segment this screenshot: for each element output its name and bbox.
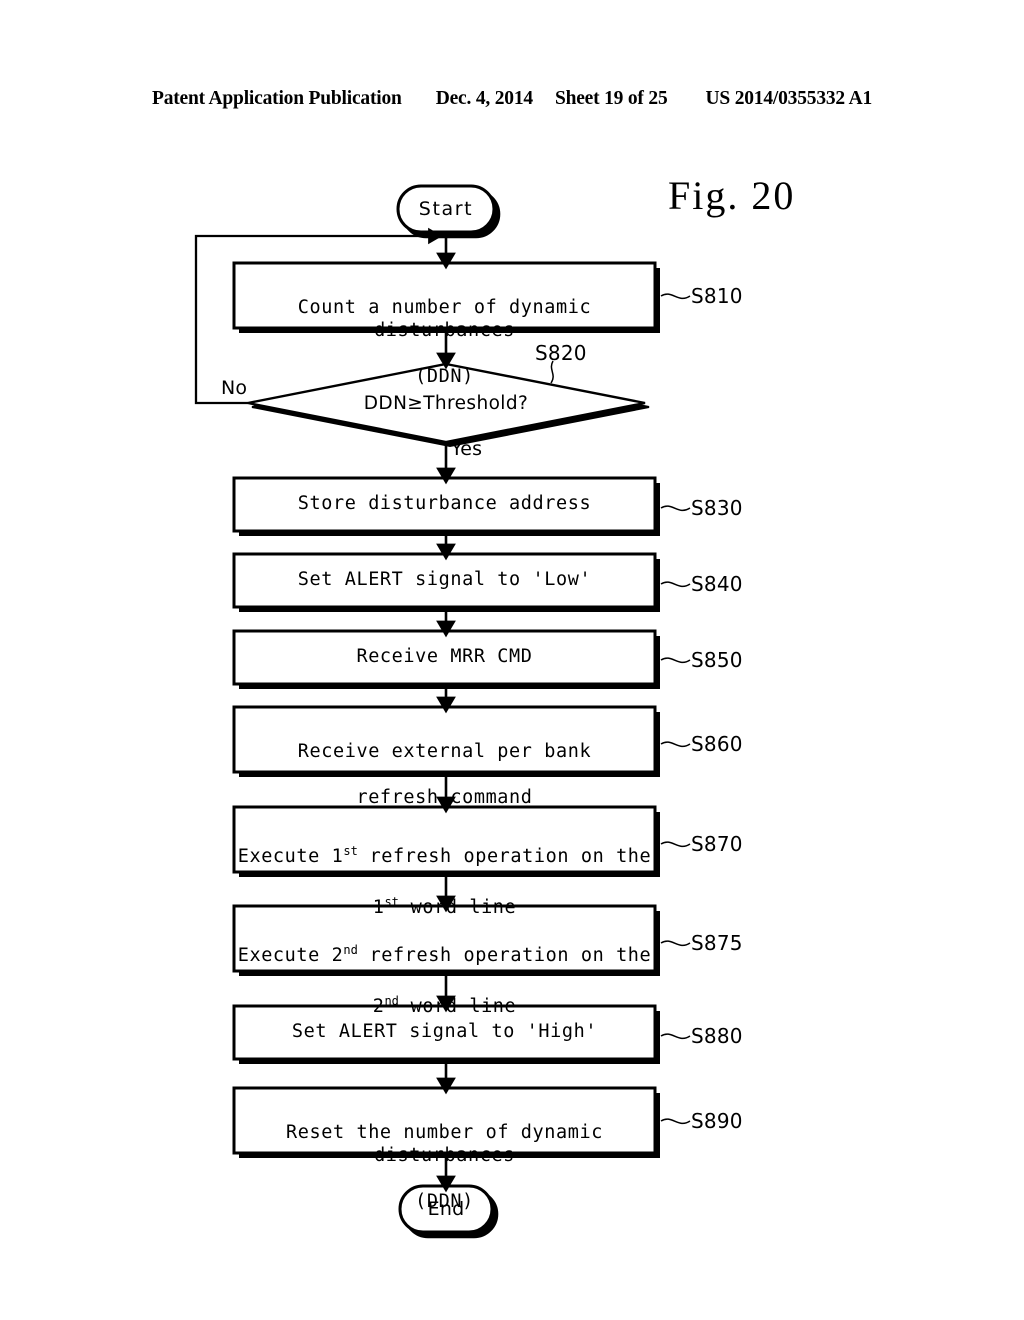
step-label-s860: S860	[691, 732, 743, 756]
end-node-label: End	[427, 1198, 465, 1220]
leader-s830	[660, 505, 691, 512]
step-label-s880: S880	[691, 1024, 743, 1048]
step-label-s820: S820	[535, 341, 587, 365]
leader-s880	[660, 1033, 691, 1040]
box-s810-label: Count a number of dynamic disturbances (…	[297, 297, 592, 387]
branch-label-yes: Yes	[451, 438, 483, 460]
step-label-s830: S830	[691, 496, 743, 520]
decision-s820-label: DDN≥Threshold?	[363, 393, 529, 414]
box-s875-line2: 2nd word line	[372, 994, 517, 1018]
leader-s890	[660, 1118, 691, 1125]
step-label-s870: S870	[691, 832, 743, 856]
step-label-s875: S875	[691, 931, 743, 955]
box-s875-line1: Execute 2nd refresh operation on the	[237, 943, 652, 967]
leader-s870	[660, 841, 691, 848]
box-s890-label: Reset the number of dynamic disturbances…	[286, 1122, 603, 1212]
box-s875-label: Execute 2nd refresh operation on the 2nd…	[234, 916, 655, 1018]
box-s840-label: Set ALERT signal to 'Low'	[297, 569, 592, 590]
box-s870-line1: Execute 1st refresh operation on the	[237, 844, 652, 868]
box-s830-label: Store disturbance address	[297, 493, 592, 514]
branch-label-no: No	[221, 377, 248, 399]
step-label-s810: S810	[691, 284, 743, 308]
leader-s875	[660, 940, 691, 947]
leader-s840	[660, 581, 691, 588]
box-s860-label: Receive external per bank refresh comman…	[297, 741, 592, 808]
leader-s850	[660, 657, 691, 664]
leader-s860	[660, 741, 691, 748]
box-s880-label: Set ALERT signal to 'High'	[291, 1021, 598, 1042]
box-s850-label: Receive MRR CMD	[356, 646, 533, 667]
box-s870-label: Execute 1st refresh operation on the 1st…	[234, 817, 655, 919]
step-label-s840: S840	[691, 572, 743, 596]
leader-s810	[660, 293, 691, 300]
step-label-s850: S850	[691, 648, 743, 672]
step-label-s890: S890	[691, 1109, 743, 1133]
start-node-label: Start	[418, 198, 474, 220]
